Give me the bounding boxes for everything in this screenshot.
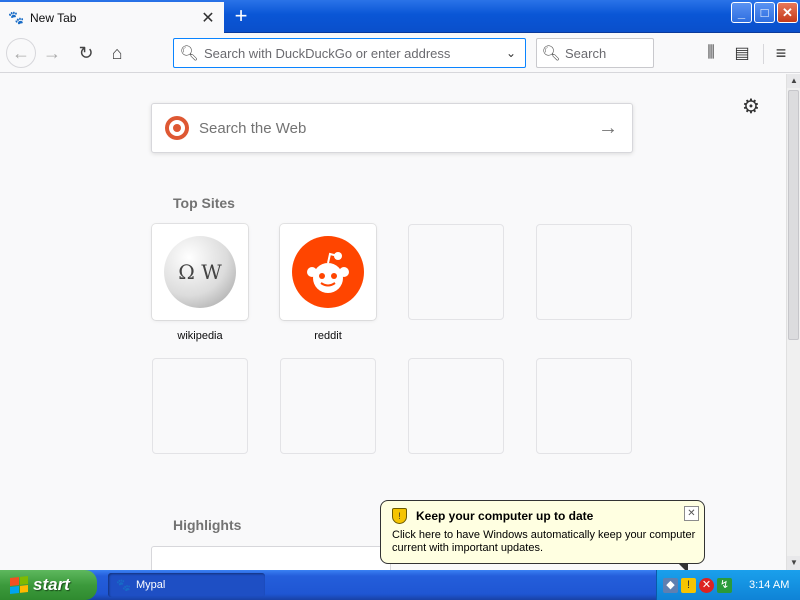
system-tray: ◆ ! ✕ ↯ 3:14 AM	[656, 570, 800, 600]
top-site-label[interactable]: wikipedia	[152, 330, 248, 342]
sidebar-icon[interactable]: ▤	[728, 39, 756, 67]
top-site-empty-slot[interactable]	[152, 358, 248, 454]
reddit-icon	[292, 236, 364, 308]
maximize-button[interactable]: □	[754, 2, 775, 23]
top-site-empty-slot[interactable]	[408, 358, 504, 454]
tab-title: New Tab	[30, 10, 77, 25]
balloon-title: Keep your computer up to date	[416, 509, 594, 523]
chevron-down-icon[interactable]: ⌄	[497, 46, 525, 60]
search-icon: 🔍︎	[179, 45, 199, 62]
hamburger-menu-icon[interactable]: ≡	[767, 39, 795, 67]
address-bar[interactable]: 🔍︎ Search with DuckDuckGo or enter addre…	[173, 38, 526, 68]
close-window-button[interactable]: ✕	[777, 2, 798, 23]
top-site-empty-slot[interactable]	[536, 224, 632, 320]
home-button[interactable]: ⌂	[103, 39, 131, 67]
taskbar-item-label: Mypal	[135, 579, 166, 591]
vertical-scrollbar[interactable]: ▲ ▼	[786, 74, 800, 570]
address-bar-placeholder: Search with DuckDuckGo or enter address	[204, 45, 451, 61]
reload-button[interactable]: ↻	[72, 39, 100, 67]
tab-close-icon[interactable]: ✕	[198, 8, 218, 28]
search-bar-placeholder: Search	[565, 45, 607, 61]
system-clock[interactable]: 3:14 AM	[749, 579, 789, 591]
top-site-empty-slot[interactable]	[536, 358, 632, 454]
forward-button[interactable]: →	[38, 39, 66, 67]
security-alert-icon[interactable]: ✕	[699, 577, 714, 593]
taskbar-item-mypal[interactable]: 🐾 Mypal	[108, 573, 265, 597]
balloon-message[interactable]: Click here to have Windows automatically…	[392, 529, 697, 555]
scrollbar-thumb[interactable]	[788, 90, 799, 340]
desktop-screen: 🐾 New Tab ✕ + _ □ ✕ ← → ↻ ⌂ 🔍︎ Search wi…	[0, 0, 800, 600]
duckduckgo-icon	[165, 116, 189, 140]
arrow-right-icon[interactable]: →	[584, 117, 632, 140]
library-icon[interactable]: ⫼	[697, 39, 725, 67]
toolbar-divider	[763, 44, 764, 64]
browser-titlebar: 🐾 New Tab ✕ + _ □ ✕	[0, 0, 800, 33]
scroll-up-icon[interactable]: ▲	[787, 74, 800, 88]
top-sites-heading: Top Sites	[173, 195, 235, 211]
windows-logo-icon	[10, 576, 28, 594]
web-search-box[interactable]: Search the Web →	[151, 103, 633, 153]
tab-new-tab[interactable]: 🐾 New Tab ✕	[0, 2, 224, 33]
network-icon[interactable]: ◆	[663, 577, 678, 593]
top-site-tile-reddit[interactable]	[280, 224, 376, 320]
search-icon: 🔍︎	[541, 45, 561, 62]
windows-taskbar: start 🐾 Mypal ◆ ! ✕ ↯ 3:14 AM	[0, 570, 800, 600]
highlights-heading: Highlights	[173, 517, 242, 533]
scroll-down-icon[interactable]: ▼	[787, 556, 800, 570]
new-tab-page: ⚙ Search the Web → Top Sites Ω W wikiped…	[0, 74, 786, 570]
top-site-label[interactable]: reddit	[280, 330, 376, 342]
start-button[interactable]: start	[0, 570, 97, 600]
top-site-empty-slot[interactable]	[408, 224, 504, 320]
navigation-toolbar: ← → ↻ ⌂ 🔍︎ Search with DuckDuckGo or ent…	[0, 33, 800, 73]
shield-icon: !	[392, 508, 407, 524]
close-icon[interactable]: ✕	[684, 506, 699, 521]
search-bar[interactable]: 🔍︎ Search	[536, 38, 654, 68]
gear-icon[interactable]: ⚙	[742, 94, 760, 119]
safely-remove-hardware-icon[interactable]: ↯	[717, 577, 732, 593]
wikipedia-icon: Ω W	[164, 236, 236, 308]
start-label: start	[33, 575, 70, 594]
highlight-card[interactable]	[151, 546, 391, 570]
tab-favicon-icon: 🐾	[8, 9, 25, 25]
minimize-button[interactable]: _	[731, 2, 752, 23]
update-notification-balloon[interactable]: ! Keep your computer up to date ✕ Click …	[380, 500, 705, 573]
web-search-placeholder: Search the Web	[199, 119, 307, 137]
new-tab-button[interactable]: +	[228, 4, 254, 30]
security-shield-icon[interactable]: !	[681, 577, 696, 593]
back-button[interactable]: ←	[6, 38, 36, 68]
top-site-empty-slot[interactable]	[280, 358, 376, 454]
top-site-tile-wikipedia[interactable]: Ω W	[152, 224, 248, 320]
mypal-app-icon: 🐾	[116, 578, 131, 592]
